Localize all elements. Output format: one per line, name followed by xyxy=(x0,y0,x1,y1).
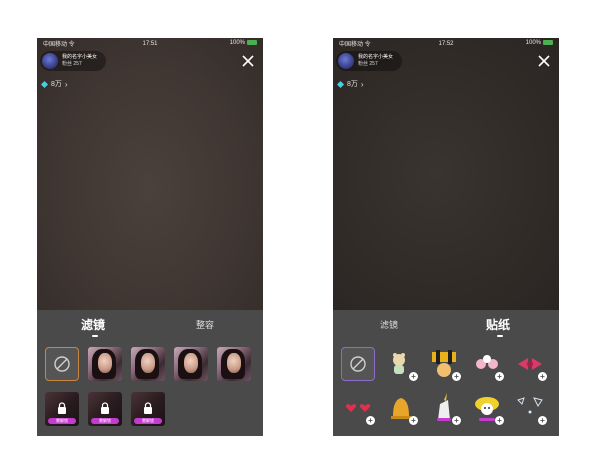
tab-sticker[interactable]: 贴纸 xyxy=(486,316,510,333)
sticker-item[interactable]: + xyxy=(342,392,375,425)
clock: 17:51 xyxy=(142,40,158,47)
lock-icon xyxy=(144,402,152,414)
lock-icon xyxy=(101,402,109,414)
diamond-balance[interactable]: 8万 › xyxy=(40,79,68,89)
download-plus-icon: + xyxy=(409,372,418,381)
sticker-item[interactable]: + xyxy=(385,392,418,425)
camera-preview xyxy=(333,38,559,310)
no-filter-icon xyxy=(54,356,70,372)
sticker-item[interactable]: + xyxy=(471,348,504,381)
close-icon[interactable] xyxy=(537,54,551,68)
no-sticker-icon xyxy=(350,356,366,372)
sticker-panel: 滤镜 贴纸 + + + + + + + + + xyxy=(333,310,559,436)
download-plus-icon: + xyxy=(366,416,375,425)
unlock-badge: 需解锁 xyxy=(134,418,162,424)
chevron-right-icon: › xyxy=(64,79,68,89)
panel-tabs: 滤镜 贴纸 xyxy=(333,310,559,340)
battery-percent: 100% xyxy=(525,40,541,47)
download-plus-icon: + xyxy=(452,372,461,381)
sticker-item[interactable]: + xyxy=(385,348,418,381)
battery-icon xyxy=(247,40,257,46)
diamond-count: 8万 xyxy=(347,81,358,88)
tab-filter[interactable]: 滤镜 xyxy=(380,318,398,331)
diamond-count: 8万 xyxy=(51,81,62,88)
user-info-pill[interactable]: 我的名字小美女 粉丝 257 xyxy=(336,51,402,71)
battery-indicator: 100% xyxy=(229,40,257,47)
username: 我的名字小美女 xyxy=(62,54,98,60)
active-tab-indicator xyxy=(497,335,503,337)
carrier-label: 中国移动 令 xyxy=(43,42,75,48)
sticker-item[interactable]: + xyxy=(428,392,461,425)
fans-count: 粉丝 257 xyxy=(62,61,82,67)
filter-item-locked[interactable]: 需解锁 xyxy=(45,392,79,426)
diamond-icon xyxy=(40,80,49,88)
close-icon[interactable] xyxy=(241,54,255,68)
carrier-label: 中国移动 令 xyxy=(339,42,371,48)
battery-icon xyxy=(543,40,553,46)
tab-filter[interactable]: 滤镜 xyxy=(81,316,105,333)
unlock-badge: 需解锁 xyxy=(48,418,76,424)
download-plus-icon: + xyxy=(538,416,547,425)
filter-item[interactable] xyxy=(174,347,208,381)
status-bar: 中国移动 令 17:52 100% xyxy=(333,38,559,49)
download-plus-icon: + xyxy=(409,416,418,425)
filter-panel: 滤镜 整容 需解锁 需解锁 需解锁 xyxy=(37,310,263,436)
filter-item-locked[interactable]: 需解锁 xyxy=(131,392,165,426)
filter-item-locked[interactable]: 需解锁 xyxy=(88,392,122,426)
active-tab-indicator xyxy=(92,335,98,337)
download-plus-icon: + xyxy=(495,372,504,381)
download-plus-icon: + xyxy=(452,416,461,425)
panel-tabs: 滤镜 整容 xyxy=(37,310,263,340)
download-plus-icon: + xyxy=(538,372,547,381)
username: 我的名字小美女 xyxy=(358,54,394,60)
unlock-badge: 需解锁 xyxy=(91,418,119,424)
avatar[interactable] xyxy=(338,53,354,69)
portrait-face xyxy=(98,353,112,373)
filter-none-button[interactable] xyxy=(45,347,79,381)
battery-indicator: 100% xyxy=(525,40,553,47)
portrait-face xyxy=(227,353,241,373)
tab-beauty[interactable]: 整容 xyxy=(196,318,214,331)
sticker-item[interactable]: + xyxy=(514,348,547,381)
clock: 17:52 xyxy=(438,40,454,47)
filter-item[interactable] xyxy=(217,347,251,381)
sticker-item[interactable]: + xyxy=(514,392,547,425)
diamond-balance[interactable]: 8万 › xyxy=(336,79,364,89)
phone-screen-filters: 中国移动 令 17:51 100% 我的名字小美女 粉丝 257 8万 › 滤镜… xyxy=(37,38,263,436)
diamond-icon xyxy=(336,80,345,88)
status-bar: 中国移动 令 17:51 100% xyxy=(37,38,263,49)
phone-screen-stickers: 中国移动 令 17:52 100% 我的名字小美女 粉丝 257 8万 › 滤镜… xyxy=(333,38,559,436)
lock-icon xyxy=(58,402,66,414)
portrait-face xyxy=(141,353,155,373)
filter-item[interactable] xyxy=(131,347,165,381)
download-plus-icon: + xyxy=(495,416,504,425)
avatar[interactable] xyxy=(42,53,58,69)
sticker-item[interactable]: + xyxy=(471,392,504,425)
camera-preview xyxy=(37,38,263,310)
battery-percent: 100% xyxy=(229,40,245,47)
sticker-item[interactable]: + xyxy=(428,348,461,381)
fans-count: 粉丝 257 xyxy=(358,61,378,67)
portrait-face xyxy=(184,353,198,373)
filter-item[interactable] xyxy=(88,347,122,381)
sticker-none-button[interactable] xyxy=(341,347,375,381)
user-info-pill[interactable]: 我的名字小美女 粉丝 257 xyxy=(40,51,106,71)
chevron-right-icon: › xyxy=(360,79,364,89)
